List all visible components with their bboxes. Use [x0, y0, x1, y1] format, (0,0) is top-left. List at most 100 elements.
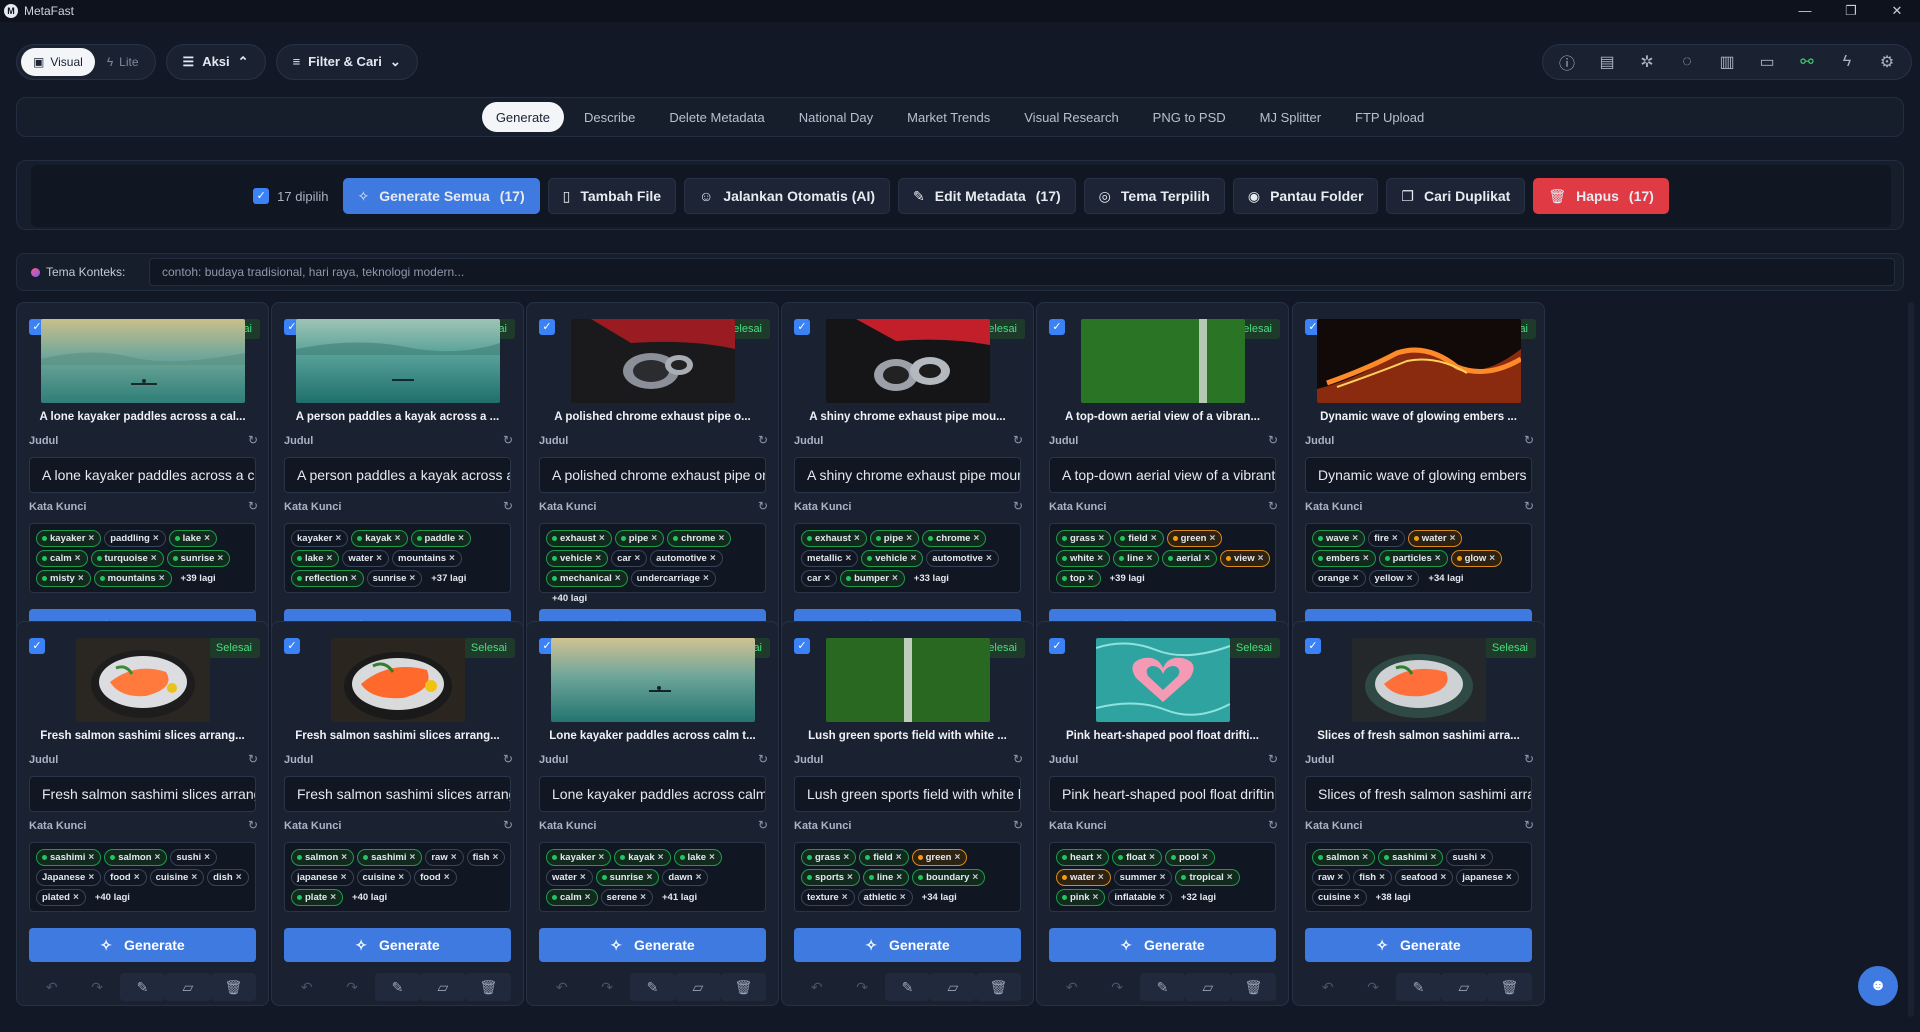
context-input[interactable]: contoh: budaya tradisional, hari raya, t…: [149, 258, 1895, 286]
close-icon[interactable]: ×: [906, 533, 912, 544]
keyword-chip[interactable]: chrome ×: [922, 530, 987, 547]
redo-icon[interactable]: ↷: [74, 973, 119, 1001]
close-icon[interactable]: ×: [843, 852, 849, 863]
keyword-chip[interactable]: aerial ×: [1162, 550, 1218, 567]
keywords-box[interactable]: heart × float × pool × water × summer × tropical × p…: [1049, 842, 1276, 912]
keywords-box[interactable]: salmon × sashimi × sushi × raw × fish × seafood × ja…: [1305, 842, 1532, 912]
keyword-chip[interactable]: sashimi ×: [1378, 849, 1444, 866]
close-icon[interactable]: ×: [88, 872, 94, 883]
close-icon[interactable]: ×: [151, 553, 157, 564]
keyword-chip[interactable]: sashimi ×: [36, 849, 102, 866]
keyword-chip[interactable]: sunrise ×: [595, 869, 660, 886]
keyword-chip[interactable]: summer ×: [1113, 869, 1173, 886]
more-keywords-count[interactable]: +34 lagi: [916, 889, 963, 906]
more-keywords-count[interactable]: +38 lagi: [1370, 889, 1417, 906]
edit-icon[interactable]: ✎: [1139, 973, 1186, 1001]
keyword-chip[interactable]: sunrise ×: [366, 570, 423, 587]
close-icon[interactable]: ×: [1440, 872, 1446, 883]
folder-icon[interactable]: ▱: [420, 973, 466, 1001]
redo-icon[interactable]: ↷: [839, 973, 884, 1001]
close-icon[interactable]: ×: [854, 533, 860, 544]
edit-icon[interactable]: ✎: [1395, 973, 1442, 1001]
info-icon[interactable]: ⓘ: [1549, 47, 1585, 77]
close-icon[interactable]: ×: [1209, 533, 1215, 544]
close-icon[interactable]: ×: [341, 852, 347, 863]
close-icon[interactable]: ×: [410, 852, 416, 863]
keyword-chip[interactable]: exhaust ×: [546, 530, 612, 547]
title-input[interactable]: A polished chrome exhaust pipe on a red …: [539, 457, 766, 493]
keyword-chip[interactable]: japanese ×: [291, 869, 354, 886]
close-icon[interactable]: ×: [1489, 553, 1495, 564]
keyword-chip[interactable]: texture ×: [801, 889, 855, 906]
card-thumbnail[interactable]: [570, 319, 735, 403]
keyword-chip[interactable]: japanese ×: [1456, 869, 1519, 886]
refresh-icon[interactable]: ↻: [1524, 433, 1534, 447]
keyword-chip[interactable]: embers ×: [1312, 550, 1376, 567]
keyword-chip[interactable]: plate ×: [291, 889, 344, 906]
keyword-chip[interactable]: green ×: [911, 849, 968, 866]
keyword-chip[interactable]: vehicle ×: [861, 550, 924, 567]
keywords-box[interactable]: grass × field × green × sports × line × boundary × t…: [794, 842, 1021, 912]
close-icon[interactable]: ×: [159, 573, 165, 584]
keywords-box[interactable]: kayaker × paddling × lake × calm × turquoise × sun…: [29, 523, 256, 593]
keyword-chip[interactable]: turquoise ×: [90, 550, 164, 567]
keywords-box[interactable]: wave × fire × water × embers × particles × glow × or…: [1305, 523, 1532, 593]
redo-icon[interactable]: ↷: [1094, 973, 1139, 1001]
card-thumbnail[interactable]: [1351, 638, 1486, 722]
more-keywords-count[interactable]: +33 lagi: [908, 570, 955, 587]
close-icon[interactable]: ×: [1392, 533, 1398, 544]
mode-lite-button[interactable]: ϟ Lite: [95, 48, 151, 76]
close-icon[interactable]: ×: [1147, 553, 1153, 564]
minimize-button[interactable]: —: [1782, 3, 1828, 19]
refresh-icon[interactable]: ↻: [1524, 499, 1534, 513]
keyword-chip[interactable]: glow ×: [1450, 550, 1503, 567]
close-icon[interactable]: ×: [1352, 533, 1358, 544]
card-thumbnail[interactable]: [550, 638, 755, 722]
keywords-box[interactable]: salmon × sashimi × raw × fish × japanese × cuisine…: [284, 842, 511, 912]
keyword-chip[interactable]: salmon ×: [1312, 849, 1376, 866]
trash-icon[interactable]: 🗑: [720, 973, 767, 1001]
keyword-chip[interactable]: athletic ×: [857, 889, 913, 906]
tab-describe[interactable]: Describe: [570, 102, 649, 132]
close-icon[interactable]: ×: [1098, 533, 1104, 544]
keyword-chip[interactable]: pipe ×: [614, 530, 665, 547]
close-icon[interactable]: ×: [449, 553, 455, 564]
refresh-icon[interactable]: ↻: [248, 499, 258, 513]
keyword-chip[interactable]: top ×: [1056, 570, 1101, 587]
keyword-chip[interactable]: white ×: [1056, 550, 1111, 567]
trash-icon[interactable]: 🗑: [210, 973, 257, 1001]
edit-icon[interactable]: ✎: [119, 973, 166, 1001]
keyword-chip[interactable]: pool ×: [1164, 849, 1215, 866]
edit-metadata-button[interactable]: ✎ Edit Metadata (17): [898, 178, 1076, 214]
close-icon[interactable]: ×: [1354, 892, 1360, 903]
generate-button[interactable]: ✧ Generate: [1049, 928, 1276, 962]
card-checkbox[interactable]: ✓: [794, 638, 810, 654]
close-icon[interactable]: ×: [651, 533, 657, 544]
folder-icon[interactable]: ▱: [675, 973, 721, 1001]
close-icon[interactable]: ×: [718, 533, 724, 544]
card-checkbox[interactable]: ✓: [284, 638, 300, 654]
close-icon[interactable]: ×: [580, 872, 586, 883]
close-icon[interactable]: ×: [709, 852, 715, 863]
close-icon[interactable]: ×: [1362, 852, 1368, 863]
close-icon[interactable]: ×: [910, 553, 916, 564]
keyword-chip[interactable]: wave ×: [1312, 530, 1366, 547]
keyword-chip[interactable]: heart ×: [1056, 849, 1110, 866]
title-input[interactable]: A lone kayaker paddles across a calm tur…: [29, 457, 256, 493]
aksi-menu-button[interactable]: ☰ Aksi ⌃: [165, 43, 266, 80]
card-thumbnail[interactable]: [1316, 319, 1521, 403]
generate-all-button[interactable]: ✧ Generate Semua (17): [342, 178, 540, 214]
keyword-chip[interactable]: fire ×: [1368, 530, 1405, 547]
tab-mj-splitter[interactable]: MJ Splitter: [1246, 102, 1335, 132]
close-icon[interactable]: ×: [1159, 892, 1165, 903]
keyword-chip[interactable]: field ×: [859, 849, 909, 866]
close-icon[interactable]: ×: [972, 872, 978, 883]
close-icon[interactable]: ×: [892, 573, 898, 584]
refresh-icon[interactable]: ↻: [1013, 499, 1023, 513]
auto-run-button[interactable]: ☺ Jalankan Otomatis (AI): [684, 178, 891, 214]
keywords-box[interactable]: exhaust × pipe × chrome × vehicle × car × automoti…: [539, 523, 766, 604]
keyword-chip[interactable]: mechanical ×: [546, 570, 628, 587]
close-icon[interactable]: ×: [351, 573, 357, 584]
keyword-chip[interactable]: grass ×: [801, 849, 857, 866]
title-input[interactable]: A shiny chrome exhaust pipe mounted und: [794, 457, 1021, 493]
